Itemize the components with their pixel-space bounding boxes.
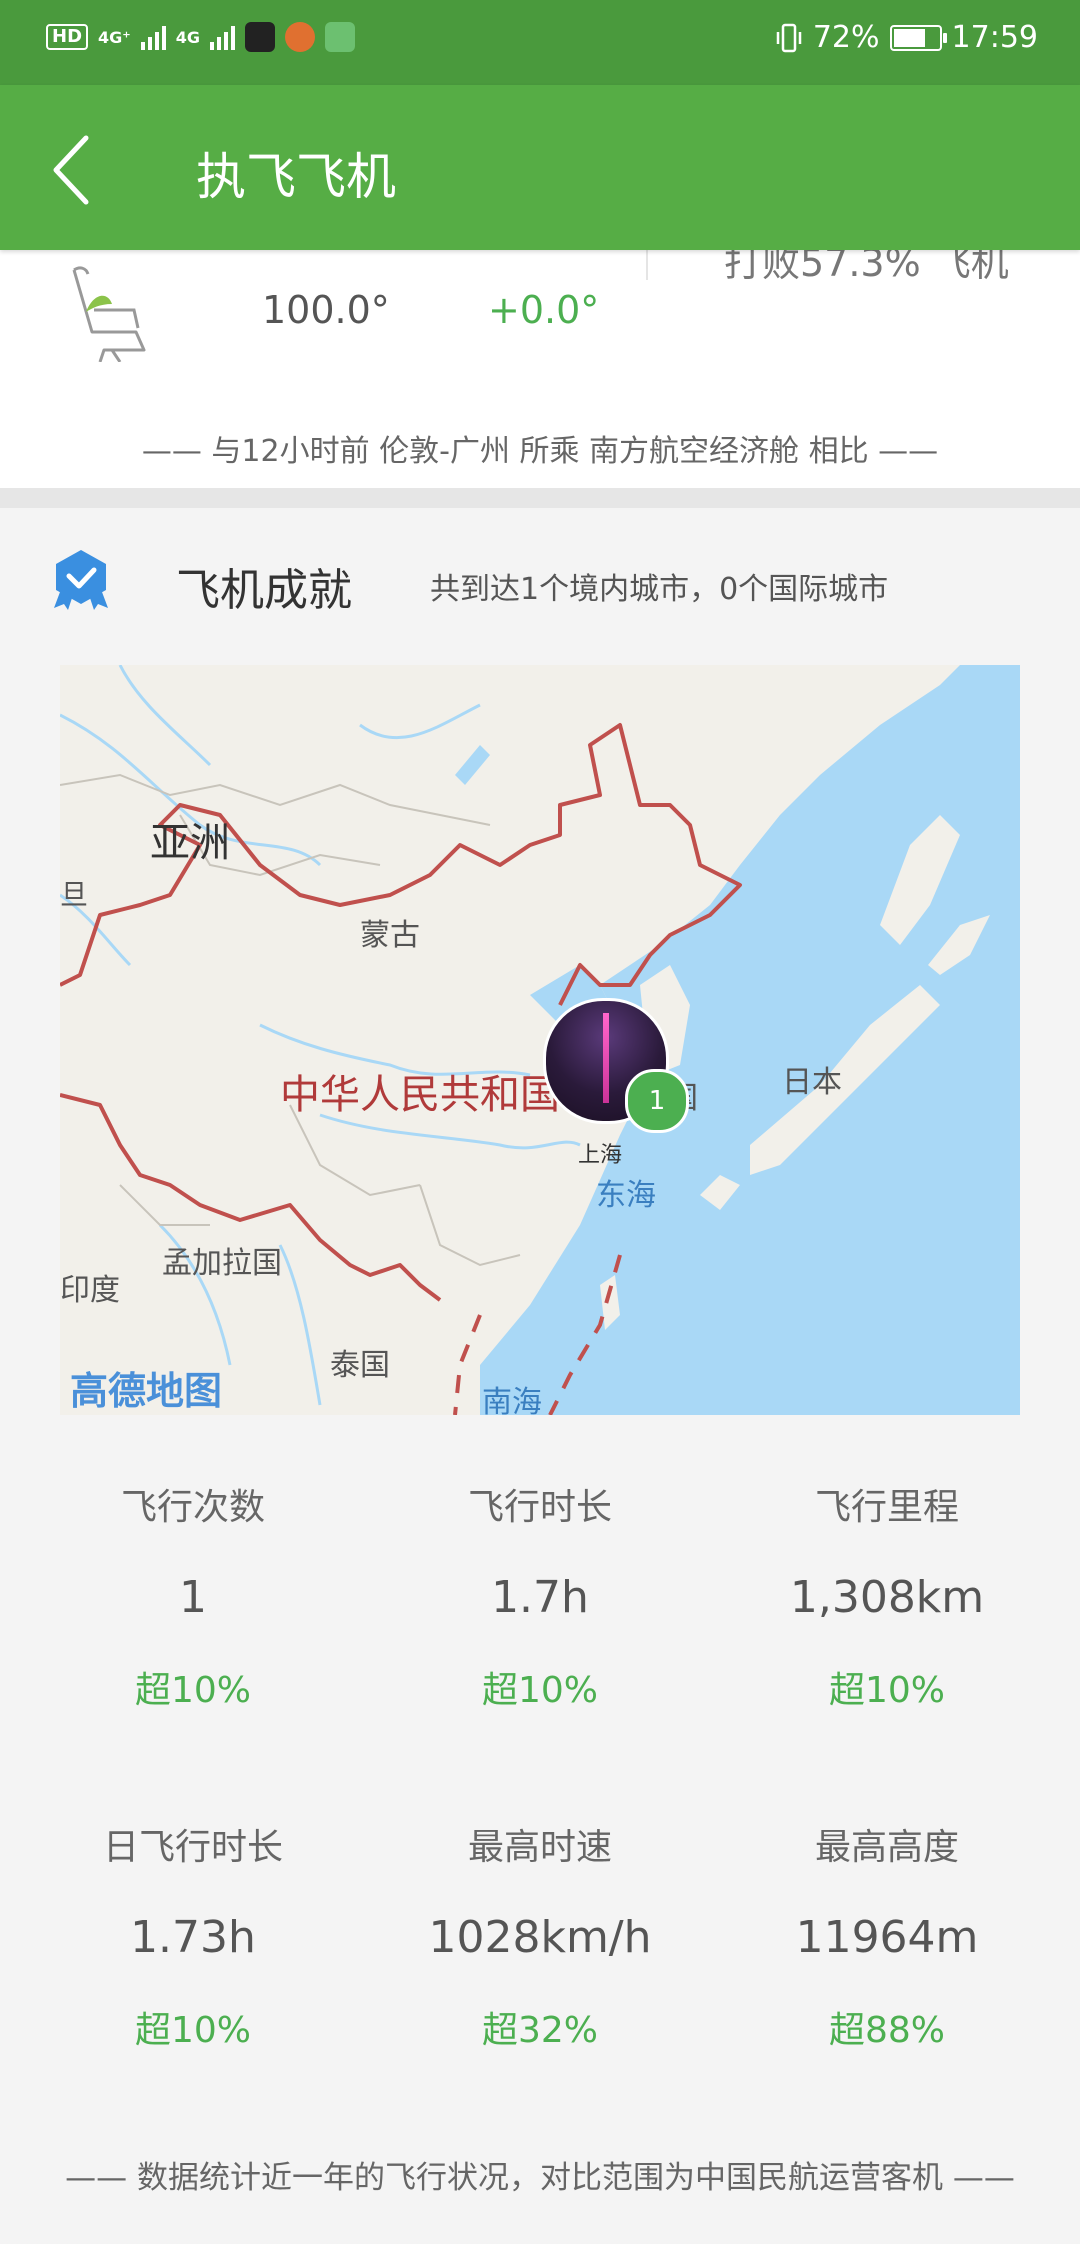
stat-percent: 超32% xyxy=(481,2010,599,2051)
map-label-edge: 旦 xyxy=(60,878,89,911)
footer-note: —— 数据统计近一年的飞行状况，对比范围为中国民航运营客机 —— xyxy=(65,2160,1015,2196)
status-bar: HD 4G⁺ 4G 72% 17:59 xyxy=(0,0,1080,85)
section-divider xyxy=(0,488,1080,508)
stat-item: 飞行次数 1 超10% xyxy=(13,1478,373,1713)
map-label-bangladesh: 孟加拉国 xyxy=(162,1246,282,1281)
stat-value: 1,308km xyxy=(789,1572,985,1623)
map-label-east-sea: 东海 xyxy=(596,1178,656,1213)
stat-label: 日飞行时长 xyxy=(102,1827,283,1868)
compare-text: —— 与12小时前 伦敦-广州 所乘 南方航空经济舱 相比 —— xyxy=(141,434,939,469)
map-label-india: 印度 xyxy=(60,1273,120,1308)
stat-value: 1 xyxy=(179,1572,207,1623)
app-notification-icon xyxy=(325,22,355,52)
vibrate-icon xyxy=(776,23,802,52)
city-count-badge: 1 xyxy=(625,1069,689,1133)
map-label-shanghai: 上海 xyxy=(578,1143,623,1168)
stat-item: 日飞行时长 1.73h 超10% xyxy=(13,1818,373,2053)
battery-percent: 72% xyxy=(812,20,880,55)
map-label-japan: 日本 xyxy=(782,1065,842,1100)
app-notification-icon xyxy=(285,22,315,52)
chevron-left-icon[interactable] xyxy=(44,130,104,210)
seat-icon xyxy=(72,266,146,362)
stat-item: 最高高度 11964m 超88% xyxy=(707,1818,1067,2053)
map-label-south-sea: 南海 xyxy=(482,1385,542,1415)
stat-value: 1.7h xyxy=(491,1572,589,1623)
comfort-card: 100.0° +0.0° 打败57.3% 飞机 —— 与12小时前 伦敦-广州 … xyxy=(0,250,1080,488)
stat-label: 最高高度 xyxy=(814,1827,959,1868)
achievement-summary: 共到达1个境内城市，0个国际城市 xyxy=(430,572,889,607)
rank-text: 打败57.3% 飞机 xyxy=(724,250,1009,285)
hd-indicator: HD xyxy=(46,24,89,50)
app-bar: 执飞飞机 xyxy=(0,85,1080,250)
clock: 17:59 xyxy=(951,20,1038,55)
stat-label: 飞行里程 xyxy=(814,1487,959,1528)
app-notification-icon xyxy=(245,22,275,52)
page-title: 执飞飞机 xyxy=(196,148,396,206)
network-type-2: 4G xyxy=(175,27,200,47)
signal-icon xyxy=(140,24,166,50)
map-graphic xyxy=(60,665,1020,1415)
stat-item: 最高时速 1028km/h 超32% xyxy=(360,1818,720,2053)
stat-item: 飞行里程 1,308km 超10% xyxy=(707,1478,1067,1713)
comfort-value: 100.0° xyxy=(262,288,390,332)
stat-value: 1.73h xyxy=(130,1912,256,1963)
stat-value: 1028km/h xyxy=(428,1912,652,1963)
map-brand-logo: 高德地图 xyxy=(70,1369,223,1413)
divider xyxy=(646,250,648,280)
stat-label: 最高时速 xyxy=(467,1827,612,1868)
map-label-china: 中华人民共和国 xyxy=(280,1072,560,1118)
battery-icon xyxy=(889,24,947,51)
achievement-map[interactable]: 亚洲 旦 蒙古 中华人民共和国 国 日本 上海 东海 孟加拉国 印度 泰国 南海… xyxy=(60,665,1020,1415)
map-label-mongolia: 蒙古 xyxy=(360,918,420,953)
map-label-asia: 亚洲 xyxy=(150,820,230,866)
stat-percent: 超88% xyxy=(828,2010,946,2051)
stat-label: 飞行次数 xyxy=(120,1487,265,1528)
stat-item: 飞行时长 1.7h 超10% xyxy=(360,1478,720,1713)
stat-percent: 超10% xyxy=(134,1670,252,1711)
stat-percent: 超10% xyxy=(481,1670,599,1711)
award-badge-icon xyxy=(54,550,108,610)
stat-percent: 超10% xyxy=(134,2010,252,2051)
stat-label: 飞行时长 xyxy=(467,1487,612,1528)
stat-value: 11964m xyxy=(795,1912,979,1963)
stat-percent: 超10% xyxy=(828,1670,946,1711)
map-label-thailand: 泰国 xyxy=(330,1348,390,1383)
signal-icon-2 xyxy=(210,24,235,50)
achievement-title: 飞机成就 xyxy=(176,565,352,616)
comfort-delta: +0.0° xyxy=(488,288,600,332)
network-type-1: 4G⁺ xyxy=(98,27,131,47)
